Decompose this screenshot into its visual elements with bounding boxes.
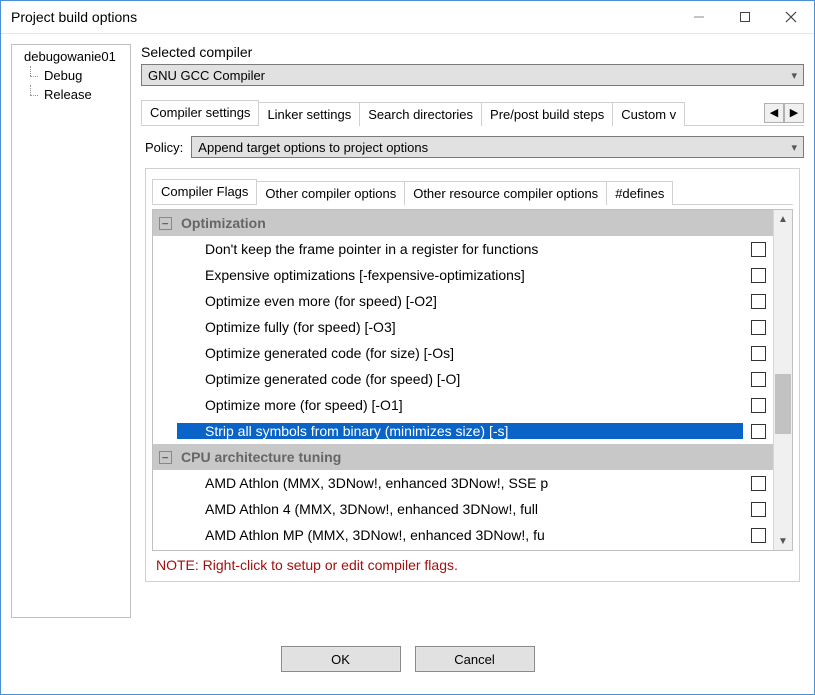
flag-checkbox[interactable]: [751, 528, 766, 543]
tab-custom-vars[interactable]: Custom v: [612, 102, 685, 126]
window-title: Project build options: [11, 9, 137, 25]
flag-checkbox[interactable]: [751, 346, 766, 361]
cancel-button[interactable]: Cancel: [415, 646, 535, 672]
tab-scroll-right-button[interactable]: ▶: [784, 103, 804, 123]
tree-item-debug[interactable]: Debug: [12, 66, 130, 85]
flag-row[interactable]: Optimize more (for speed) [-O1]: [153, 392, 773, 418]
sub-tab-row: Compiler Flags Other compiler options Ot…: [152, 179, 793, 205]
flag-checkbox[interactable]: [751, 242, 766, 257]
collapse-toggle[interactable]: −: [153, 451, 177, 464]
ok-button[interactable]: OK: [281, 646, 401, 672]
title-bar: Project build options: [1, 1, 814, 34]
tree-item-release[interactable]: Release: [12, 85, 130, 104]
selected-compiler-value: GNU GCC Compiler: [148, 68, 265, 83]
policy-value: Append target options to project options: [198, 140, 428, 155]
chevron-down-icon: ▾: [791, 141, 797, 154]
flag-row[interactable]: AMD Athlon (MMX, 3DNow!, enhanced 3DNow!…: [153, 470, 773, 496]
dialog-body: debugowanie01 Debug Release Selected com…: [1, 34, 814, 628]
flag-row[interactable]: Don't keep the frame pointer in a regist…: [153, 236, 773, 262]
maximize-button[interactable]: [722, 1, 768, 33]
flag-checkbox[interactable]: [751, 398, 766, 413]
group-label: CPU architecture tuning: [177, 449, 743, 465]
collapse-toggle[interactable]: −: [153, 217, 177, 230]
main-tab-row: Compiler settings Linker settings Search…: [141, 100, 804, 126]
flags-list[interactable]: − Optimization Don't keep the frame poin…: [153, 210, 773, 550]
build-options-window: Project build options debugowanie01 Debu…: [0, 0, 815, 695]
flag-checkbox[interactable]: [751, 294, 766, 309]
close-button[interactable]: [768, 1, 814, 33]
scroll-track[interactable]: [774, 228, 792, 532]
scroll-down-button[interactable]: ▼: [774, 532, 792, 550]
dialog-buttons: OK Cancel: [1, 628, 814, 694]
caret-left-icon: ◀: [770, 106, 778, 119]
caret-down-icon: ▼: [778, 536, 788, 547]
flag-row[interactable]: Optimize fully (for speed) [-O3]: [153, 314, 773, 340]
tab-pre-post-build[interactable]: Pre/post build steps: [481, 102, 613, 126]
flags-grid: − Optimization Don't keep the frame poin…: [152, 209, 793, 551]
chevron-down-icon: ▾: [791, 69, 797, 82]
flag-checkbox[interactable]: [751, 372, 766, 387]
selected-compiler-dropdown[interactable]: GNU GCC Compiler ▾: [141, 64, 804, 86]
compiler-flags-panel: Compiler Flags Other compiler options Ot…: [145, 168, 800, 582]
tree-item-root[interactable]: debugowanie01: [12, 47, 130, 66]
tab-scroll-left-button[interactable]: ◀: [764, 103, 784, 123]
targets-tree[interactable]: debugowanie01 Debug Release: [11, 44, 131, 618]
subtab-other-compiler-options[interactable]: Other compiler options: [256, 181, 405, 205]
subtab-compiler-flags[interactable]: Compiler Flags: [152, 179, 257, 204]
main-panel: Selected compiler GNU GCC Compiler ▾ Com…: [141, 44, 804, 618]
tab-linker-settings[interactable]: Linker settings: [258, 102, 360, 126]
flags-scrollbar[interactable]: ▲ ▼: [773, 210, 792, 550]
tab-compiler-settings[interactable]: Compiler settings: [141, 100, 259, 125]
flag-row[interactable]: Optimize even more (for speed) [-O2]: [153, 288, 773, 314]
subtab-defines[interactable]: #defines: [606, 181, 673, 205]
minus-icon: −: [159, 217, 172, 230]
scroll-thumb[interactable]: [775, 374, 791, 434]
flag-checkbox[interactable]: [751, 320, 766, 335]
flag-row[interactable]: Strip all symbols from binary (minimizes…: [153, 418, 773, 444]
policy-row: Policy: Append target options to project…: [145, 136, 804, 158]
flag-row[interactable]: AMD Athlon 4 (MMX, 3DNow!, enhanced 3DNo…: [153, 496, 773, 522]
close-icon: [785, 11, 797, 23]
flags-group-optimization[interactable]: − Optimization: [153, 210, 773, 236]
flag-row[interactable]: Expensive optimizations [-fexpensive-opt…: [153, 262, 773, 288]
flag-checkbox[interactable]: [751, 424, 766, 439]
minimize-button[interactable]: [676, 1, 722, 33]
caret-up-icon: ▲: [778, 214, 788, 225]
flag-row[interactable]: Optimize generated code (for speed) [-O]: [153, 366, 773, 392]
selected-compiler-label: Selected compiler: [141, 44, 804, 60]
flag-checkbox[interactable]: [751, 476, 766, 491]
maximize-icon: [739, 11, 751, 23]
policy-dropdown[interactable]: Append target options to project options…: [191, 136, 804, 158]
caret-right-icon: ▶: [790, 106, 798, 119]
tab-search-directories[interactable]: Search directories: [359, 102, 482, 126]
flag-checkbox[interactable]: [751, 502, 766, 517]
flags-note: NOTE: Right-click to setup or edit compi…: [156, 557, 789, 573]
tab-scroll-buttons: ◀ ▶: [764, 103, 804, 123]
subtab-other-resource-options[interactable]: Other resource compiler options: [404, 181, 607, 205]
flag-row[interactable]: Optimize generated code (for size) [-Os]: [153, 340, 773, 366]
flags-group-cpu-arch[interactable]: − CPU architecture tuning: [153, 444, 773, 470]
minus-icon: −: [159, 451, 172, 464]
flag-row[interactable]: AMD Athlon MP (MMX, 3DNow!, enhanced 3DN…: [153, 522, 773, 548]
flag-checkbox[interactable]: [751, 268, 766, 283]
window-controls: [676, 1, 814, 33]
group-label: Optimization: [177, 215, 743, 231]
policy-label: Policy:: [145, 140, 183, 155]
minimize-icon: [693, 11, 705, 23]
scroll-up-button[interactable]: ▲: [774, 210, 792, 228]
